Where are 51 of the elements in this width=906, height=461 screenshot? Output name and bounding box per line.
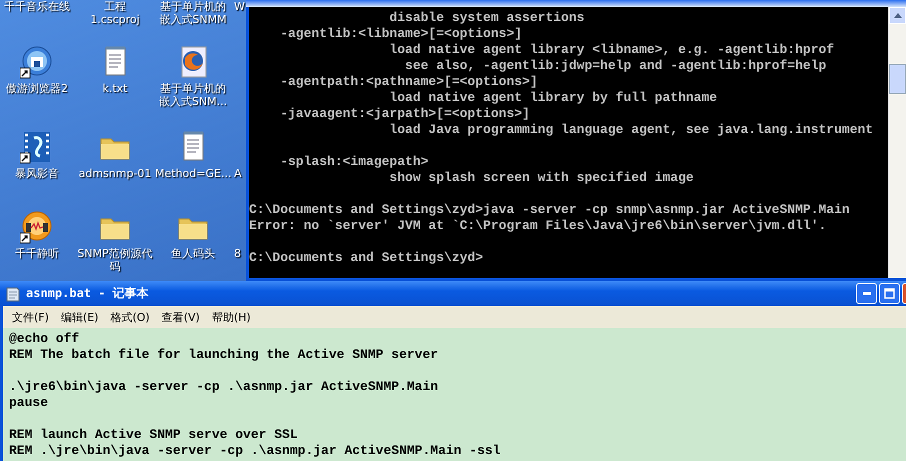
scroll-up-button[interactable] (889, 7, 906, 24)
icon-label: W (234, 0, 246, 13)
icon-label: 工程 1.cscproj (90, 0, 140, 26)
menu-item[interactable]: 格式(O) (105, 308, 155, 326)
text-line: @echo off (9, 331, 80, 347)
menu-item[interactable]: 帮助(H) (206, 308, 256, 326)
console-line: -splash:<imagepath> (279, 154, 430, 170)
console-line: load native agent library by full pathname (388, 90, 718, 106)
text-line: REM launch Active SNMP serve over SSL (9, 427, 299, 443)
menu-item[interactable]: 查看(V) (156, 308, 205, 326)
icon-label: Method=GE... (155, 167, 231, 180)
icon-label: 暴风影音 (15, 167, 59, 180)
minimize-button[interactable] (856, 283, 877, 304)
icon-label: 基于单片机的嵌入式SNM... (158, 82, 228, 108)
menu-item[interactable]: 编辑(E) (56, 308, 104, 326)
icon-label: 千千音乐在线 (4, 0, 70, 13)
minimize-icon (862, 292, 870, 295)
console-line: -agentpath:<pathname>[=<options>] (279, 74, 539, 90)
headphones-icon[interactable] (20, 210, 54, 244)
scroll-thumb[interactable] (889, 64, 906, 94)
icon-label: admsnmp-01 (78, 167, 152, 180)
console-line: show splash screen with specified image (388, 170, 695, 186)
scrollbar[interactable] (888, 7, 906, 278)
globe-icon[interactable] (20, 45, 54, 79)
text-area[interactable] (3, 328, 906, 461)
menu-item[interactable]: 文件(F) (7, 308, 54, 326)
text-line: pause (9, 395, 50, 411)
icon-label: 千千静听 (15, 247, 59, 260)
icon-label: 傲游浏览器2 (6, 82, 68, 95)
console-line: load Java programming language agent, see java.lang.instrument (388, 122, 874, 138)
console-line: Error: no `server' JVM at `C:\Program Files\Java\jre6\bin\server\jvm.dll'. (249, 218, 828, 234)
text-line: REM .\jre\bin\java -server -cp .\asnmp.jar ActiveSNMP.Main -ssl (9, 443, 502, 459)
icon-label: k.txt (102, 82, 128, 95)
up-arrow-icon (894, 13, 902, 18)
icon-label: 基于单片机的嵌入式SNMM (158, 0, 228, 26)
icon-label: 鱼人码头 (171, 247, 215, 260)
notepad-icon (6, 286, 20, 302)
icon-label: A (234, 167, 243, 180)
console-line: C:\Documents and Settings\zyd> (249, 250, 484, 266)
window-title: asnmp.bat - 记事本 (26, 285, 149, 302)
console-line: disable system assertions (388, 10, 586, 26)
console-line: load native agent library <libname>, e.g. -agentlib:hprof (388, 42, 836, 58)
icon-label: SNMP范例源代码 (77, 247, 153, 273)
maximize-button[interactable] (879, 283, 900, 304)
console-line: -agentlib:<libname>[=<options>] (279, 26, 524, 42)
console-line: C:\Documents and Settings\zyd>java -server -cp snmp\asnmp.jar ActiveSNMP.Main (249, 202, 851, 218)
text-line: REM The batch file for launching the Active SNMP server (9, 347, 440, 363)
text-line: .\jre6\bin\java -server -cp .\asnmp.jar ActiveSNMP.Main (9, 379, 440, 395)
maximize-icon (884, 288, 895, 299)
console-line: -javaagent:<jarpath>[=<options>] (279, 106, 531, 122)
console-line: see also, -agentlib:jdwp=help and -agentlib:hprof=help (404, 58, 828, 74)
